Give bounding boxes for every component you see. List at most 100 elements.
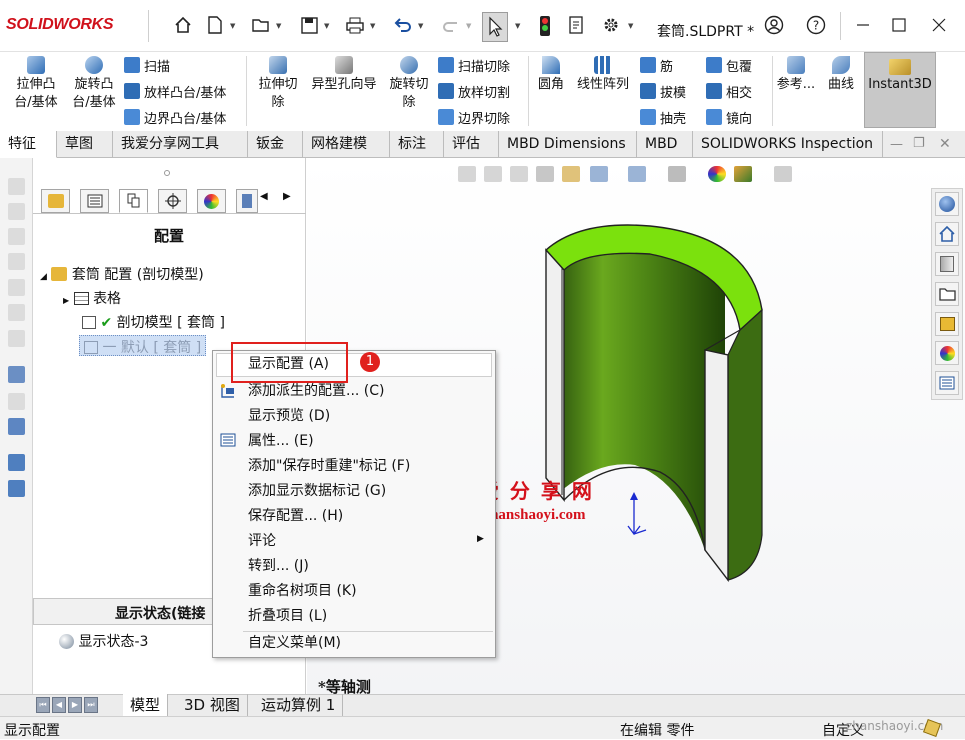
tab-close-icon[interactable]: ✕ xyxy=(939,136,951,152)
redo-icon[interactable] xyxy=(440,14,462,36)
tab-3d-views[interactable]: 3D 视图 xyxy=(177,694,248,716)
linear-pattern-button[interactable]: 线性阵列 xyxy=(572,56,634,94)
hide-show-items-icon[interactable] xyxy=(668,166,686,182)
revolve-boss-button[interactable]: 旋转凸 台/基体 xyxy=(68,56,120,112)
home-pane-icon[interactable] xyxy=(935,222,959,246)
sweep-button[interactable]: 扫描 xyxy=(124,52,226,78)
configuration-manager-tab[interactable] xyxy=(119,189,148,213)
draft-button[interactable]: 拔模 xyxy=(640,78,686,104)
tab-sheet-metal[interactable]: 钣金 xyxy=(248,131,303,158)
instant3d-button[interactable]: Instant3D xyxy=(864,52,936,128)
section-view-icon[interactable] xyxy=(536,166,554,182)
apply-scene-icon[interactable] xyxy=(734,166,752,182)
rib-button[interactable]: 筋 xyxy=(640,52,686,78)
line-tool-icon[interactable] xyxy=(8,228,25,245)
tree-item-config-section[interactable]: ✔ 剖切模型 [ 套筒 ] xyxy=(82,312,225,332)
tree-item-table[interactable]: ▶ 表格 xyxy=(63,288,121,308)
wrap-button[interactable]: 包覆 xyxy=(706,52,752,78)
hole-wizard-button[interactable]: 异型孔向导 xyxy=(306,56,382,94)
menu-item-collapse-items[interactable]: 折叠项目 (L) xyxy=(248,604,327,629)
solidworks-resources-icon[interactable] xyxy=(935,192,959,216)
tab-restore-icon[interactable]: ❐ xyxy=(913,136,925,151)
tab-motion-study[interactable]: 运动算例 1 xyxy=(254,694,344,716)
extrude-cut-button[interactable]: 拉伸切 除 xyxy=(252,56,304,112)
lofted-cut-button[interactable]: 放样切割 xyxy=(438,78,510,104)
tab-features[interactable]: 特征 xyxy=(0,131,57,158)
tree-root[interactable]: ◢ 套筒 配置 (剖切模型) xyxy=(40,264,204,284)
tab-solidworks-inspection[interactable]: SOLIDWORKS Inspection xyxy=(693,131,883,158)
select-button[interactable] xyxy=(482,12,508,42)
design-library-icon[interactable] xyxy=(935,252,959,276)
menu-item-customize-menu[interactable]: 自定义菜单(M) xyxy=(248,631,341,656)
intersect-button[interactable]: 相交 xyxy=(706,78,752,104)
view-settings-icon[interactable] xyxy=(774,166,792,182)
minimize-icon[interactable] xyxy=(852,14,874,36)
circle-tool-icon[interactable] xyxy=(8,279,25,296)
next-tab-icon[interactable]: ▶ xyxy=(68,697,82,713)
display-tool-icon[interactable] xyxy=(8,418,25,435)
paste-config-icon[interactable] xyxy=(8,480,25,497)
last-tab-icon[interactable]: ⏭ xyxy=(84,697,98,713)
copy-config-icon[interactable] xyxy=(8,454,25,471)
sleeve-section-model[interactable] xyxy=(540,210,770,590)
smart-dimension-icon[interactable] xyxy=(8,203,25,220)
boundary-boss-button[interactable]: 边界凸台/基体 xyxy=(124,104,226,130)
extrude-boss-button[interactable]: 拉伸凸 台/基体 xyxy=(10,56,62,112)
save-icon[interactable] xyxy=(298,14,320,36)
tab-mbd-dimensions[interactable]: MBD Dimensions xyxy=(499,131,637,158)
menu-item-add-rebuild-on-save-mark[interactable]: 添加"保存时重建"标记 (F) xyxy=(248,454,410,479)
appearances-icon[interactable] xyxy=(935,341,959,365)
gear-icon[interactable] xyxy=(600,14,622,36)
sketch-tool-icon[interactable] xyxy=(8,178,25,195)
menu-item-comment[interactable]: 评论 xyxy=(248,529,276,554)
fillet-button[interactable]: 圆角 xyxy=(533,56,569,94)
menu-item-save-configuration[interactable]: 保存配置... (H) xyxy=(248,504,343,529)
tab-mbd[interactable]: MBD xyxy=(637,131,693,158)
display-manager-tab[interactable] xyxy=(197,189,226,213)
help-icon[interactable]: ? xyxy=(805,14,827,36)
panel-scroll-right-icon[interactable]: ▶ xyxy=(283,191,291,202)
view-orientation-icon[interactable] xyxy=(590,166,608,182)
curves-button[interactable]: 曲线 xyxy=(824,56,858,94)
display-state-item[interactable]: 显示状态-3 xyxy=(59,631,148,651)
menu-item-show-preview[interactable]: 显示预览 (D) xyxy=(248,404,330,429)
custom-properties-icon[interactable] xyxy=(935,371,959,395)
file-explorer-icon[interactable] xyxy=(935,282,959,306)
more-panel-tab[interactable] xyxy=(236,189,258,213)
boundary-cut-button[interactable]: 边界切除 xyxy=(438,104,510,130)
tab-share-tools[interactable]: 我爱分享网工具 xyxy=(113,131,248,158)
shell-button[interactable]: 抽壳 xyxy=(640,104,686,130)
tab-model[interactable]: 模型 xyxy=(123,694,169,716)
panel-grip-icon[interactable] xyxy=(164,170,170,176)
dimxpert-tab[interactable] xyxy=(158,189,187,213)
file-properties-icon[interactable] xyxy=(565,14,587,36)
tab-mesh-modeling[interactable]: 网格建模 xyxy=(303,131,390,158)
spline-tool-icon[interactable] xyxy=(8,330,25,347)
loft-button[interactable]: 放样凸台/基体 xyxy=(124,78,226,104)
menu-item-properties[interactable]: 属性... (E) xyxy=(248,429,314,454)
tab-minimize-icon[interactable]: — xyxy=(890,137,903,152)
panel-scroll-left-icon[interactable]: ◀ xyxy=(260,191,268,202)
revolve-cut-button[interactable]: 旋转切 除 xyxy=(384,56,434,112)
maximize-icon[interactable] xyxy=(888,14,910,36)
feature-manager-tab[interactable] xyxy=(41,189,70,213)
home-icon[interactable] xyxy=(172,14,194,36)
mirror-button[interactable]: 镜向 xyxy=(706,104,752,130)
display-style-icon[interactable] xyxy=(628,166,646,182)
previous-view-icon[interactable] xyxy=(510,166,528,182)
rectangle-tool-icon[interactable] xyxy=(8,253,25,270)
zoom-to-fit-icon[interactable] xyxy=(458,166,476,182)
dynamic-annotation-icon[interactable] xyxy=(562,166,580,182)
swept-cut-button[interactable]: 扫描切除 xyxy=(438,52,510,78)
open-icon[interactable] xyxy=(250,14,272,36)
prev-tab-icon[interactable]: ◀ xyxy=(52,697,66,713)
expand-arrow-icon[interactable]: ▶ xyxy=(63,296,69,305)
first-tab-icon[interactable]: ⏮ xyxy=(36,697,50,713)
select-tool-icon[interactable] xyxy=(8,366,25,383)
view-palette-icon[interactable] xyxy=(935,312,959,336)
edit-appearance-icon[interactable] xyxy=(708,166,726,182)
menu-item-go-to[interactable]: 转到... (J) xyxy=(248,554,309,579)
tree-item-default-config[interactable]: 一 默认 [ 套筒 ] xyxy=(79,335,207,356)
menu-item-add-display-data-mark[interactable]: 添加显示数据标记 (G) xyxy=(248,479,386,504)
new-document-icon[interactable] xyxy=(204,14,226,36)
